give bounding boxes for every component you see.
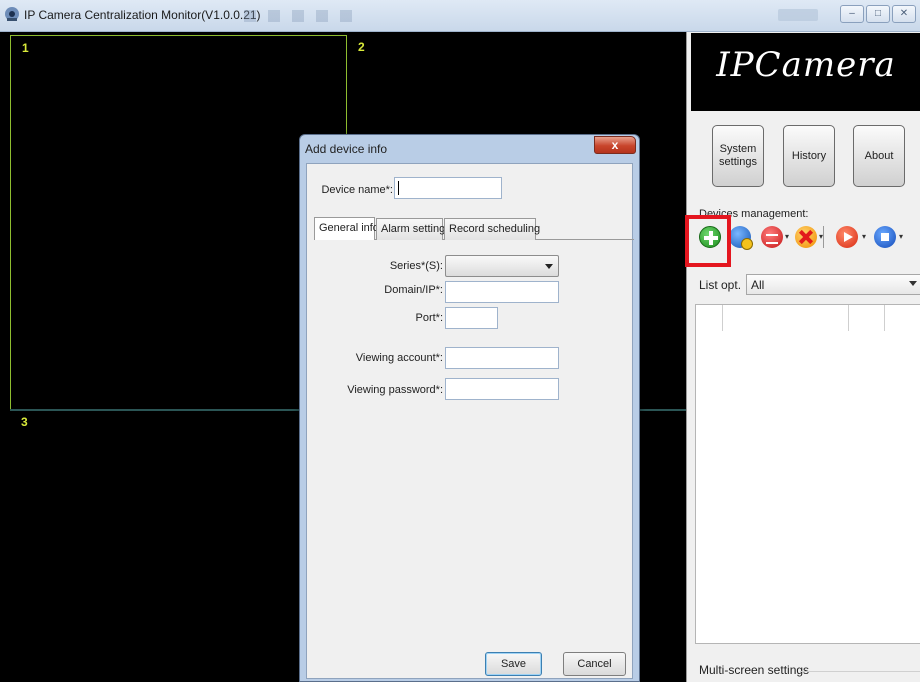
system-settings-label: System settings [719, 143, 757, 168]
dialog-title: Add device info [305, 142, 388, 156]
viewing-password-label: Viewing password*: [347, 384, 443, 396]
column-divider [722, 305, 723, 331]
dialog-close-button[interactable]: x [594, 136, 636, 154]
chevron-down-icon[interactable]: ▾ [785, 232, 789, 241]
chevron-down-icon[interactable]: ▾ [899, 232, 903, 241]
delete-device-icon[interactable] [795, 226, 817, 248]
dialog-body: Device name*: General info Alarm setting… [306, 163, 634, 679]
system-settings-button[interactable]: System settings [712, 125, 764, 187]
chevron-down-icon[interactable]: ▾ [862, 232, 866, 241]
device-list[interactable] [695, 304, 920, 644]
video-cell-1[interactable]: 1 [10, 35, 347, 410]
chevron-down-icon [909, 281, 917, 286]
cell-number: 3 [21, 415, 28, 429]
section-divider [800, 671, 920, 672]
app-icon [5, 7, 19, 21]
tab-general-info[interactable]: General info [314, 217, 379, 240]
list-opt-label: List opt. [699, 278, 742, 292]
cancel-label: Cancel [577, 658, 612, 670]
column-divider [848, 305, 849, 331]
about-button[interactable]: About [853, 125, 905, 187]
column-divider [884, 305, 885, 331]
logo-text: IPCamera [716, 45, 896, 85]
port-input[interactable] [445, 307, 498, 329]
tab-label: Record scheduling [449, 223, 541, 235]
minimize-button[interactable]: – [840, 5, 864, 23]
domain-ip-label: Domain/IP*: [384, 284, 443, 296]
video-cell-3[interactable]: 3 [10, 410, 347, 682]
device-name-label: Device name*: [321, 184, 393, 196]
chevron-down-icon [545, 264, 553, 269]
viewing-account-input[interactable] [445, 347, 559, 369]
history-label: History [791, 149, 827, 162]
viewing-account-label: Viewing account*: [355, 352, 443, 364]
toolbar-separator [823, 226, 824, 248]
window-title: IP Camera Centralization Monitor(V1.0.0.… [24, 8, 261, 22]
maximize-button[interactable]: □ [866, 5, 890, 23]
tab-bar: General info Alarm setting Record schedu… [314, 217, 634, 240]
multi-screen-settings-label: Multi-screen settings [699, 663, 810, 677]
tab-label: General info [319, 222, 379, 234]
about-label: About [864, 149, 894, 162]
right-panel: IPCamera System settings History About D… [685, 32, 920, 682]
title-bar: IP Camera Centralization Monitor(V1.0.0.… [0, 0, 920, 32]
tab-record-scheduling[interactable]: Record scheduling [444, 218, 540, 240]
close-button[interactable]: ✕ [892, 5, 916, 23]
tab-label: Alarm setting [381, 223, 446, 235]
cancel-button[interactable]: Cancel [563, 652, 626, 676]
device-name-input[interactable] [394, 177, 502, 199]
domain-ip-input[interactable] [445, 281, 559, 303]
logo-banner: IPCamera [691, 33, 920, 111]
cell-number: 1 [22, 41, 29, 55]
tab-alarm-setting[interactable]: Alarm setting [376, 218, 446, 240]
stop-icon[interactable] [874, 226, 896, 248]
search-device-icon[interactable] [729, 226, 753, 250]
cell-number: 2 [358, 40, 365, 54]
logo-text: IPCamera [691, 45, 920, 85]
add-device-dialog: Add device info x Device name*: General … [299, 134, 640, 682]
play-icon[interactable] [836, 226, 858, 248]
quick-access-toolbar [244, 10, 354, 22]
save-button[interactable]: Save [485, 652, 542, 676]
viewing-password-input[interactable] [445, 378, 559, 400]
series-label: Series*(S): [389, 260, 443, 272]
save-label: Save [500, 658, 527, 670]
text-cursor [398, 181, 399, 195]
port-label: Port*: [415, 312, 443, 324]
list-opt-select[interactable]: All [746, 274, 920, 295]
history-button[interactable]: History [783, 125, 835, 187]
series-select[interactable] [445, 255, 559, 277]
list-opt-value: All [751, 278, 765, 292]
edit-device-icon[interactable] [761, 226, 783, 248]
add-device-highlight [685, 215, 731, 267]
title-bar-decoration [778, 9, 818, 21]
